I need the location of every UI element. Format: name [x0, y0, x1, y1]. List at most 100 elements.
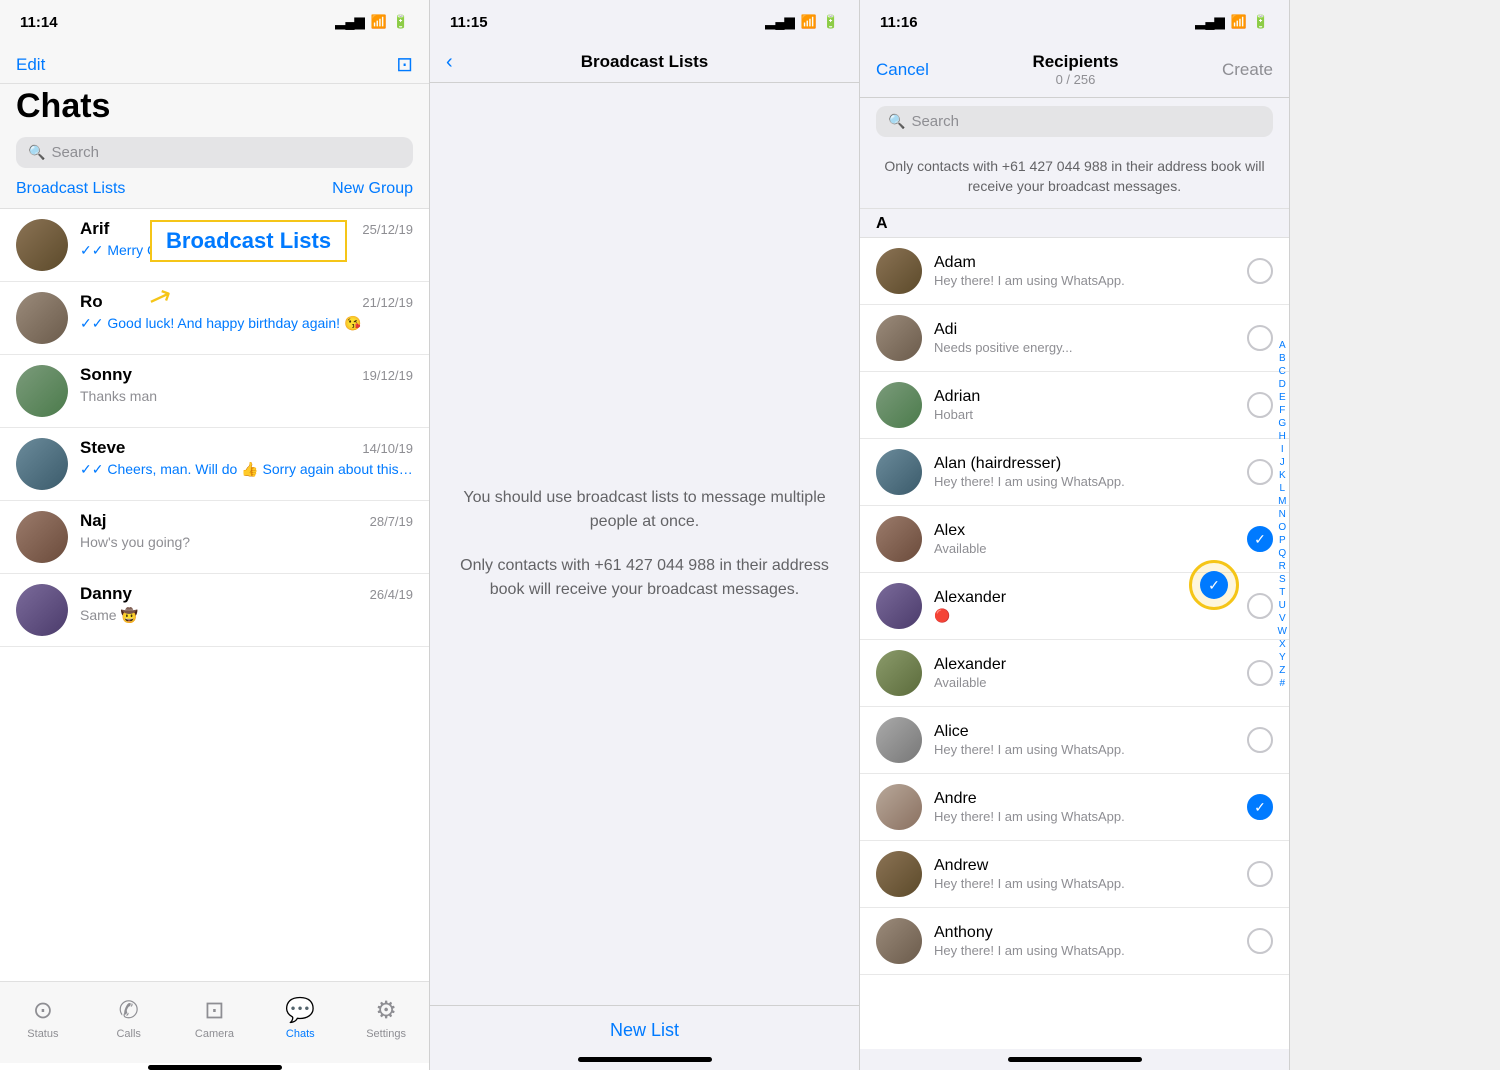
alpha-r[interactable]: R: [1278, 561, 1287, 573]
battery-icon: 🔋: [393, 14, 409, 30]
edit-button[interactable]: Edit: [16, 55, 45, 75]
alpha-n[interactable]: N: [1278, 509, 1287, 521]
tab-calls[interactable]: ✆ Calls: [99, 996, 159, 1040]
contact-item-adam[interactable]: Adam Hey there! I am using WhatsApp.: [860, 238, 1289, 305]
contact-check-alexander2[interactable]: [1247, 660, 1273, 686]
new-group-link[interactable]: New Group: [332, 180, 413, 198]
contact-item-alexander1[interactable]: Alexander 🔴: [860, 573, 1289, 640]
chat-preview-steve: ✓✓ Cheers, man. Will do 👍 Sorry again ab…: [80, 460, 413, 478]
contact-item-alex[interactable]: Alex Available ✓: [860, 506, 1289, 573]
contact-item-adi[interactable]: Adi Needs positive energy...: [860, 305, 1289, 372]
alpha-q[interactable]: Q: [1278, 548, 1287, 560]
chats-nav: Edit ⊡: [0, 44, 429, 84]
tab-camera[interactable]: ⊡ Camera: [184, 996, 244, 1040]
alpha-o[interactable]: O: [1278, 522, 1287, 534]
contact-info-adi: Adi Needs positive energy...: [934, 321, 1235, 355]
recipients-search-wrap[interactable]: 🔍 Search: [876, 106, 1273, 137]
alpha-i[interactable]: I: [1278, 444, 1287, 456]
chat-item-naj[interactable]: Naj 28/7/19 How's you going?: [0, 501, 429, 574]
contact-item-alan[interactable]: Alan (hairdresser) Hey there! I am using…: [860, 439, 1289, 506]
contact-check-alice[interactable]: [1247, 727, 1273, 753]
chat-item-steve[interactable]: Steve 14/10/19 ✓✓ Cheers, man. Will do 👍…: [0, 428, 429, 501]
chat-list: Arif 25/12/19 ✓✓ Merry Christmas! Ro 21/…: [0, 209, 429, 981]
alpha-g[interactable]: G: [1278, 418, 1287, 430]
alpha-y[interactable]: Y: [1278, 652, 1287, 664]
settings-tab-label: Settings: [366, 1028, 406, 1040]
alpha-x[interactable]: X: [1278, 639, 1287, 651]
contact-check-adam[interactable]: [1247, 258, 1273, 284]
alpha-h[interactable]: H: [1278, 431, 1287, 443]
contact-item-alice[interactable]: Alice Hey there! I am using WhatsApp.: [860, 707, 1289, 774]
alpha-f[interactable]: F: [1278, 405, 1287, 417]
contact-item-andrew[interactable]: Andrew Hey there! I am using WhatsApp.: [860, 841, 1289, 908]
signal-icon-3: ▂▄▆: [1195, 14, 1224, 30]
search-icon: 🔍: [28, 144, 45, 161]
tab-settings[interactable]: ⚙ Settings: [356, 996, 416, 1040]
contact-check-adi[interactable]: [1247, 325, 1273, 351]
contact-status-andrew: Hey there! I am using WhatsApp.: [934, 876, 1235, 891]
contact-check-andrew[interactable]: [1247, 861, 1273, 887]
search-placeholder: Search: [51, 144, 99, 161]
time-2: 11:15: [450, 14, 488, 31]
alpha-u[interactable]: U: [1278, 600, 1287, 612]
contact-check-anthony[interactable]: [1247, 928, 1273, 954]
alpha-b[interactable]: B: [1278, 353, 1287, 365]
alpha-j[interactable]: J: [1278, 457, 1287, 469]
chat-date-steve: 14/10/19: [362, 441, 413, 456]
chat-item-ro[interactable]: Ro 21/12/19 ✓✓ Good luck! And happy birt…: [0, 282, 429, 355]
cancel-button[interactable]: Cancel: [876, 60, 929, 80]
status-tab-icon: ⊙: [33, 996, 53, 1025]
home-indicator-1: [148, 1065, 282, 1070]
wifi-icon-2: 📶: [801, 14, 817, 30]
alpha-c[interactable]: C: [1278, 366, 1287, 378]
avatar-sonny: [16, 365, 68, 417]
chat-date-ro: 21/12/19: [362, 295, 413, 310]
alpha-s[interactable]: S: [1278, 574, 1287, 586]
alpha-k[interactable]: K: [1278, 470, 1287, 482]
alpha-hash[interactable]: #: [1278, 678, 1287, 690]
avatar-alex: [876, 516, 922, 562]
alpha-p[interactable]: P: [1278, 535, 1287, 547]
alpha-e[interactable]: E: [1278, 392, 1287, 404]
alpha-w[interactable]: W: [1278, 626, 1287, 638]
new-list-button[interactable]: New List: [610, 1020, 679, 1040]
contact-check-adrian[interactable]: [1247, 392, 1273, 418]
tab-chats[interactable]: 💬 Chats: [270, 996, 330, 1040]
contact-check-alexander1[interactable]: [1247, 593, 1273, 619]
create-button[interactable]: Create: [1222, 60, 1273, 80]
broadcast-lists-link[interactable]: Broadcast Lists: [16, 180, 125, 198]
alphabet-sidebar: A B C D E F G H I J K L M N O P Q R S T …: [1278, 340, 1287, 690]
alpha-z[interactable]: Z: [1278, 665, 1287, 677]
contact-check-andre[interactable]: ✓: [1247, 794, 1273, 820]
broadcast-body: You should use broadcast lists to messag…: [430, 83, 859, 1005]
tab-status[interactable]: ⊙ Status: [13, 996, 73, 1040]
contact-info-alex: Alex Available: [934, 522, 1235, 556]
contact-item-alexander2[interactable]: Alexander Available: [860, 640, 1289, 707]
contact-check-alan[interactable]: [1247, 459, 1273, 485]
avatar-alice: [876, 717, 922, 763]
chat-preview-sonny: Thanks man: [80, 387, 413, 405]
alpha-l[interactable]: L: [1278, 483, 1287, 495]
contact-item-adrian[interactable]: Adrian Hobart: [860, 372, 1289, 439]
contact-item-andre[interactable]: Andre Hey there! I am using WhatsApp. ✓: [860, 774, 1289, 841]
search-wrap[interactable]: 🔍 Search: [16, 137, 413, 168]
contact-status-adrian: Hobart: [934, 407, 1235, 422]
contact-list: Adam Hey there! I am using WhatsApp. Adi…: [860, 238, 1289, 1049]
chat-item-sonny[interactable]: Sonny 19/12/19 Thanks man: [0, 355, 429, 428]
chat-item-danny[interactable]: Danny 26/4/19 Same 🤠: [0, 574, 429, 647]
alpha-m[interactable]: M: [1278, 496, 1287, 508]
chats-search-bar: 🔍 Search: [0, 133, 429, 176]
alpha-a[interactable]: A: [1278, 340, 1287, 352]
avatar-adrian: [876, 382, 922, 428]
compose-button[interactable]: ⊡: [396, 52, 413, 77]
chat-content-steve: Steve 14/10/19 ✓✓ Cheers, man. Will do 👍…: [80, 438, 413, 478]
alpha-d[interactable]: D: [1278, 379, 1287, 391]
contact-check-alex[interactable]: ✓: [1247, 526, 1273, 552]
alpha-v[interactable]: V: [1278, 613, 1287, 625]
recipients-title: Recipients: [1032, 52, 1118, 72]
contact-item-anthony[interactable]: Anthony Hey there! I am using WhatsApp.: [860, 908, 1289, 975]
wifi-icon-3: 📶: [1231, 14, 1247, 30]
back-button[interactable]: ‹: [446, 51, 453, 74]
alpha-t[interactable]: T: [1278, 587, 1287, 599]
chat-item-arif[interactable]: Arif 25/12/19 ✓✓ Merry Christmas!: [0, 209, 429, 282]
